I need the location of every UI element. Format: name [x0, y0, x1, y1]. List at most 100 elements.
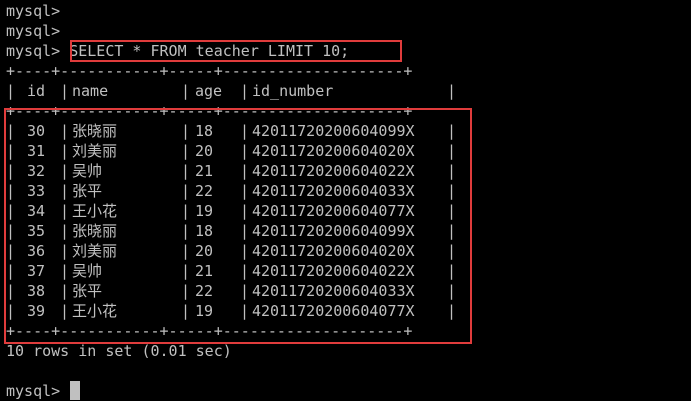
column-separator: |	[6, 202, 16, 220]
column-separator: |	[240, 282, 250, 300]
cell-name: 张晓丽	[72, 122, 118, 140]
cell-name: 吴帅	[72, 162, 103, 180]
column-separator: |	[181, 182, 191, 200]
column-separator: |	[60, 122, 70, 140]
cell-id: 33	[27, 182, 46, 200]
table-border-middle: +----+-----------+-----+----------------…	[6, 102, 413, 120]
table-row: | 35 | 张晓丽 | 18 | 42011720200604099X |	[6, 221, 466, 241]
cell-id: 30	[27, 122, 46, 140]
table-row: | 32 | 吴帅 | 21 | 42011720200604022X |	[6, 161, 466, 181]
column-separator: |	[447, 182, 457, 200]
column-separator: |	[181, 142, 191, 160]
cell-id: 34	[27, 202, 46, 220]
column-separator: |	[6, 302, 16, 320]
column-separator: |	[447, 162, 457, 180]
cell-id-number: 42011720200604033X	[252, 282, 415, 300]
column-separator: |	[60, 302, 70, 320]
column-separator: |	[181, 222, 191, 240]
cell-id: 31	[27, 142, 46, 160]
column-separator: |	[60, 82, 70, 100]
column-separator: |	[6, 242, 16, 260]
prompt-line: mysql>	[6, 22, 61, 40]
column-separator: |	[6, 142, 16, 160]
column-separator: |	[60, 242, 70, 260]
cell-age: 19	[195, 302, 214, 320]
cell-age: 22	[195, 282, 214, 300]
column-separator: |	[447, 302, 457, 320]
cell-name: 王小花	[72, 302, 118, 320]
cell-id: 32	[27, 162, 46, 180]
query-line: mysql> SELECT * FROM teacher LIMIT 10;	[6, 41, 349, 61]
cell-id: 35	[27, 222, 46, 240]
cell-id-number: 42011720200604022X	[252, 162, 415, 180]
column-separator: |	[240, 242, 250, 260]
column-separator: |	[60, 182, 70, 200]
final-prompt: mysql>	[6, 382, 61, 400]
column-separator: |	[447, 282, 457, 300]
table-row: | 38 | 张平 | 22 | 42011720200604033X |	[6, 281, 466, 301]
column-separator: |	[447, 202, 457, 220]
cell-id: 39	[27, 302, 46, 320]
table-border-bottom: +----+-----------+-----+----------------…	[6, 322, 413, 340]
column-separator: |	[181, 122, 191, 140]
column-separator: |	[181, 282, 191, 300]
table-row: | 33 | 张平 | 22 | 42011720200604033X |	[6, 181, 466, 201]
cell-id-number: 42011720200604099X	[252, 222, 415, 240]
column-separator: |	[6, 122, 16, 140]
column-separator: |	[240, 202, 250, 220]
prompt-line: mysql>	[6, 2, 61, 20]
column-separator: |	[181, 262, 191, 280]
table-row: | 31 | 刘美丽 | 20 | 42011720200604020X |	[6, 141, 466, 161]
cell-id-number: 42011720200604077X	[252, 202, 415, 220]
column-separator: |	[60, 282, 70, 300]
cell-name: 吴帅	[72, 262, 103, 280]
cell-id-number: 42011720200604020X	[252, 142, 415, 160]
column-separator: |	[60, 162, 70, 180]
cell-id: 38	[27, 282, 46, 300]
column-separator: |	[447, 242, 457, 260]
result-summary: 10 rows in set (0.01 sec)	[6, 342, 232, 360]
cell-id-number: 42011720200604033X	[252, 182, 415, 200]
cell-age: 20	[195, 142, 214, 160]
cell-id-number: 42011720200604020X	[252, 242, 415, 260]
cell-name: 张晓丽	[72, 222, 118, 240]
cell-id-number: 42011720200604099X	[252, 122, 415, 140]
final-prompt-line[interactable]: mysql>	[6, 381, 81, 401]
column-separator: |	[240, 142, 250, 160]
cell-name: 刘美丽	[72, 142, 118, 160]
table-row: | 37 | 吴帅 | 21 | 42011720200604022X |	[6, 261, 466, 281]
column-separator: |	[181, 202, 191, 220]
cell-id-number: 42011720200604077X	[252, 302, 415, 320]
column-separator: |	[240, 262, 250, 280]
column-separator: |	[447, 262, 457, 280]
table-row: | 39 | 王小花 | 19 | 42011720200604077X |	[6, 301, 466, 321]
table-border-top: +----+-----------+-----+----------------…	[6, 62, 413, 80]
terminal-window[interactable]: mysql> mysql> mysql> SELECT * FROM teach…	[0, 0, 691, 401]
cell-age: 19	[195, 202, 214, 220]
cell-name: 张平	[72, 182, 103, 200]
cell-age: 18	[195, 122, 214, 140]
column-separator: |	[240, 162, 250, 180]
column-separator: |	[447, 122, 457, 140]
cell-id: 36	[27, 242, 46, 260]
header-name: name	[72, 82, 109, 100]
table-row: | 36 | 刘美丽 | 20 | 42011720200604020X |	[6, 241, 466, 261]
column-separator: |	[6, 282, 16, 300]
query-text: SELECT * FROM teacher LIMIT 10;	[69, 42, 350, 60]
cell-id: 37	[27, 262, 46, 280]
column-separator: |	[181, 82, 191, 100]
cell-age: 20	[195, 242, 214, 260]
cell-age: 21	[195, 162, 214, 180]
cell-id-number: 42011720200604022X	[252, 262, 415, 280]
column-separator: |	[60, 202, 70, 220]
column-separator: |	[6, 82, 16, 100]
header-age: age	[195, 82, 223, 100]
text-cursor	[70, 381, 81, 400]
cell-age: 18	[195, 222, 214, 240]
column-separator: |	[181, 162, 191, 180]
query-prompt: mysql>	[6, 42, 61, 60]
column-separator: |	[240, 82, 250, 100]
column-separator: |	[447, 222, 457, 240]
cell-age: 22	[195, 182, 214, 200]
column-separator: |	[240, 182, 250, 200]
